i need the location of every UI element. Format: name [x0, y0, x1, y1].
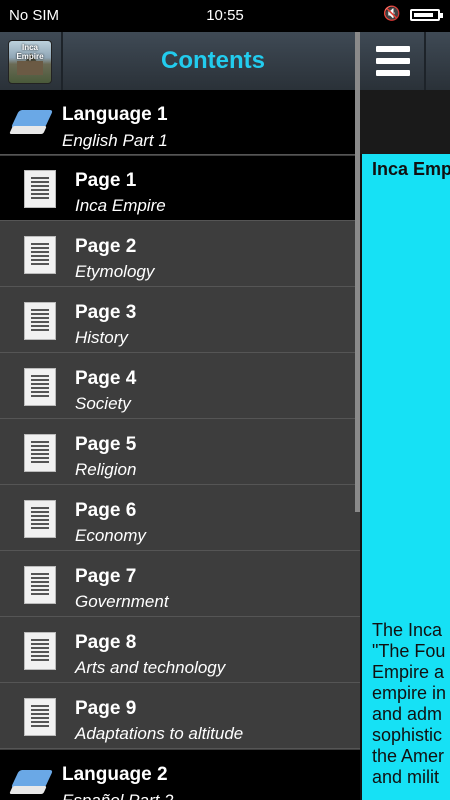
scrollbar[interactable] [355, 32, 360, 512]
article-line: empire in [372, 683, 447, 703]
item-subtitle: Society [75, 394, 131, 413]
menu-button[interactable] [366, 38, 420, 84]
document-icon [24, 368, 56, 406]
article-line: The Inca [372, 620, 443, 640]
drawer-title: Contents [161, 47, 265, 74]
item-subtitle: History [75, 328, 128, 347]
page-item[interactable]: Page 5 Religion [0, 420, 360, 485]
item-subtitle: Adaptations to altitude [75, 724, 244, 743]
item-subtitle: Inca Empire [75, 196, 166, 215]
item-subtitle: Economy [75, 526, 146, 545]
page-item[interactable]: Page 4 Society [0, 354, 360, 419]
navigation-drawer: Inca Empire Contents Language 1 English P… [0, 32, 360, 800]
app-logo-icon[interactable]: Inca Empire [8, 40, 52, 84]
item-subtitle: Arts and technology [75, 658, 226, 677]
article-line: and milit [372, 767, 440, 787]
hamburger-icon [376, 46, 410, 52]
item-subtitle: Etymology [75, 262, 155, 281]
article-line: Empire a [372, 662, 445, 682]
article-view[interactable]: Inca Emp The Inca "The Fou Empire a empire … [362, 154, 450, 800]
ruins-shape [17, 61, 43, 75]
page-item[interactable]: Page 7 Government [0, 552, 360, 617]
item-label: Page 9 [75, 698, 137, 719]
item-subtitle: Religion [75, 460, 137, 479]
content-toolbar [360, 32, 450, 91]
content-panel: Inca Emp The Inca "The Fou Empire a empire … [360, 32, 450, 800]
document-icon [24, 434, 56, 472]
toolbar-divider [424, 32, 426, 90]
language-item[interactable]: Language 2 Español Part 2 [0, 750, 360, 800]
item-label: Page 8 [75, 632, 137, 653]
article-text: The Inca "The Fou Empire a empire in and adm… [372, 620, 446, 788]
app-logo-label: Inca Empire [16, 43, 44, 61]
page-item[interactable]: Page 8 Arts and technology [0, 618, 360, 683]
article-line: and adm [372, 704, 443, 724]
article-line: the Amer [372, 746, 445, 766]
document-icon [24, 500, 56, 538]
article-line: sophistic [372, 725, 443, 745]
item-label: Page 4 [75, 368, 137, 389]
item-label: Language 2 [62, 764, 168, 785]
document-icon [24, 170, 56, 208]
document-icon [24, 302, 56, 340]
page-item[interactable]: Page 9 Adaptations to altitude [0, 684, 360, 749]
item-label: Page 5 [75, 434, 137, 455]
document-icon [24, 566, 56, 604]
page-item[interactable]: Page 6 Economy [0, 486, 360, 551]
page-item[interactable]: Page 3 History [0, 288, 360, 353]
mute-icon: 🔇 [383, 5, 401, 21]
drawer-header: Inca Empire Contents [0, 32, 360, 90]
content-subheader [360, 90, 450, 154]
page-item[interactable]: Page 1 Inca Empire [0, 156, 360, 221]
item-label: Page 1 [75, 170, 137, 191]
hamburger-icon [376, 70, 410, 76]
article-title: Inca Emp [372, 159, 450, 179]
document-icon [24, 236, 56, 274]
item-label: Page 7 [75, 566, 137, 587]
item-label: Page 6 [75, 500, 137, 521]
document-icon [24, 632, 56, 670]
item-label: Page 2 [75, 236, 137, 257]
book-icon [9, 110, 54, 138]
item-label: Language 1 [62, 104, 168, 125]
book-icon [9, 770, 54, 798]
item-subtitle: Government [75, 592, 169, 611]
document-icon [24, 698, 56, 736]
status-bar: No SIM 10:55 🔇 [0, 0, 450, 32]
language-item[interactable]: Language 1 English Part 1 [0, 90, 360, 155]
hamburger-icon [376, 58, 410, 64]
page-item[interactable]: Page 2 Etymology [0, 222, 360, 287]
article-line: "The Fou [372, 641, 446, 661]
item-subtitle: English Part 1 [62, 131, 168, 150]
battery-icon [410, 9, 443, 21]
item-subtitle: Español Part 2 [62, 791, 174, 800]
item-label: Page 3 [75, 302, 137, 323]
